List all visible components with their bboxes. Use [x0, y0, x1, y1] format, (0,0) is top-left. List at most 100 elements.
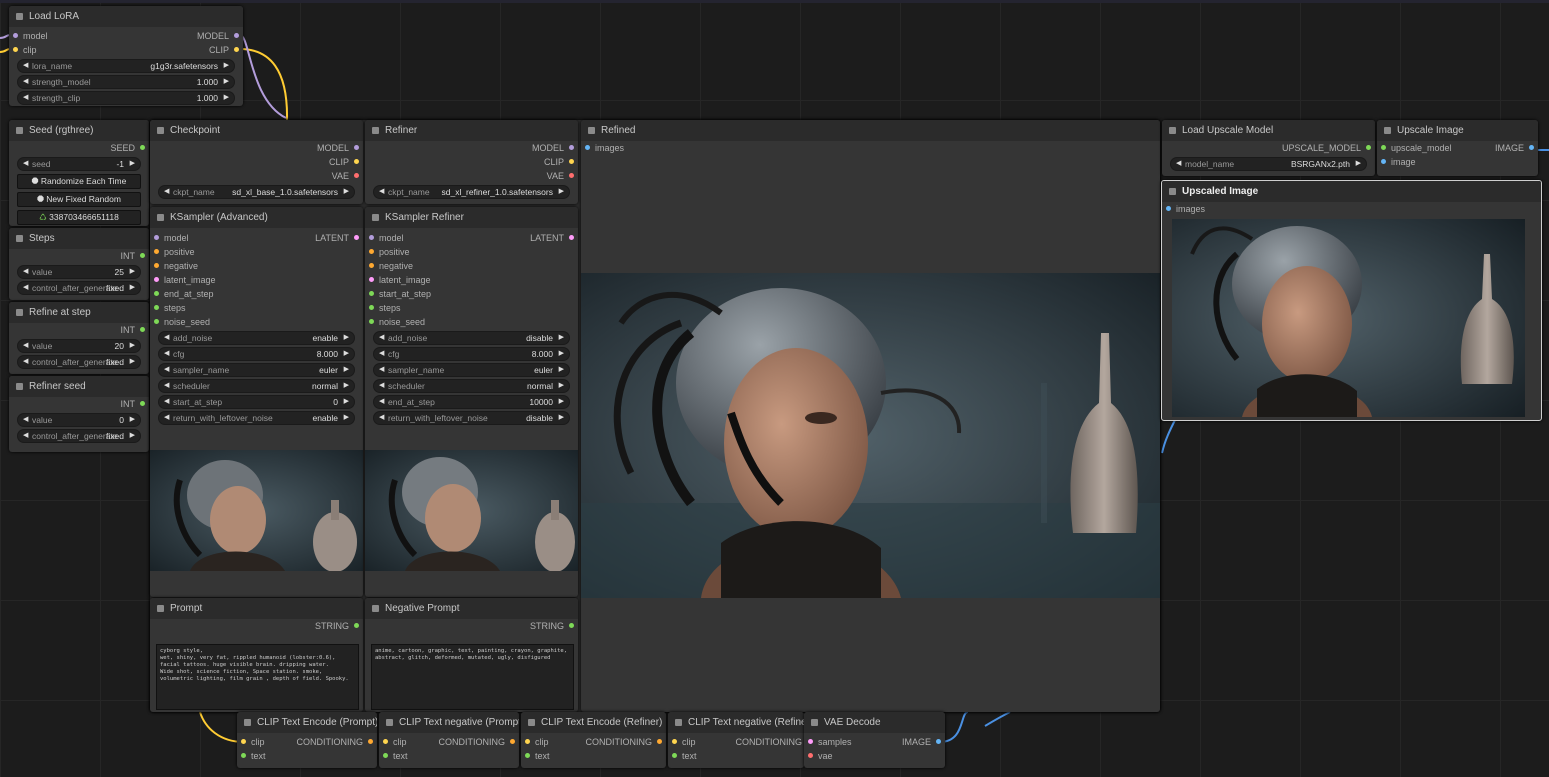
int-input-slot[interactable]	[154, 305, 159, 310]
collapse-icon[interactable]	[528, 719, 535, 726]
arrow-left-icon[interactable]: ◀	[379, 332, 384, 344]
vae-input-slot[interactable]	[808, 753, 813, 758]
ckpt-name-combo[interactable]: ◀ ckpt_name sd_xl_refiner_1.0.safetensors ▶	[373, 185, 570, 199]
collapse-icon[interactable]	[157, 127, 164, 134]
randomize-each-time-button[interactable]: ⯃ Randomize Each Time	[17, 174, 141, 189]
node-upscale-image[interactable]: Upscale Image upscale_model IMAGE image	[1377, 120, 1538, 176]
int-output-slot[interactable]	[140, 401, 145, 406]
sampler-name-combo[interactable]: ◀ sampler_name euler ▶	[158, 363, 355, 377]
arrow-left-icon[interactable]: ◀	[23, 414, 28, 426]
negative-input-slot[interactable]	[154, 263, 159, 268]
collapse-icon[interactable]	[157, 605, 164, 612]
arrow-left-icon[interactable]: ◀	[23, 266, 28, 278]
lora-name-combo[interactable]: ◀ lora_name g1g3r.safetensors ▶	[17, 59, 235, 73]
control-after-generate-combo[interactable]: ◀ control_after_generate fixed ▶	[17, 281, 141, 295]
return-with-leftover-noise-combo[interactable]: ◀ return_with_leftover_noise enable ▶	[158, 411, 355, 425]
arrow-right-icon[interactable]: ▶	[344, 412, 349, 424]
samples-input-slot[interactable]	[808, 739, 813, 744]
arrow-left-icon[interactable]: ◀	[23, 60, 28, 72]
add-noise-combo[interactable]: ◀ add_noise enable ▶	[158, 331, 355, 345]
latent-input-slot[interactable]	[369, 277, 374, 282]
arrow-left-icon[interactable]: ◀	[23, 430, 28, 442]
int-input-slot[interactable]	[369, 305, 374, 310]
use-last-seed-button[interactable]: ♺ 338703466651118	[17, 210, 141, 225]
model-input-slot[interactable]	[13, 33, 18, 38]
model-name-combo[interactable]: ◀ model_name BSRGANx2.pth ▶	[1170, 157, 1367, 171]
node-upscaled-image[interactable]: Upscaled Image images	[1161, 180, 1542, 421]
model-output-slot[interactable]	[569, 145, 574, 150]
new-fixed-random-button[interactable]: ⯃ New Fixed Random	[17, 192, 141, 207]
strength-clip-number[interactable]: ◀ strength_clip 1.000 ▶	[17, 91, 235, 105]
arrow-right-icon[interactable]: ▶	[344, 380, 349, 392]
node-clip-text-encode-refiner[interactable]: CLIP Text Encode (Refiner) clip CONDITION…	[521, 712, 666, 768]
arrow-left-icon[interactable]: ◀	[23, 340, 28, 352]
collapse-icon[interactable]	[372, 605, 379, 612]
string-output-slot[interactable]	[569, 623, 574, 628]
arrow-left-icon[interactable]: ◀	[379, 396, 384, 408]
node-load-lora[interactable]: Load LoRA model MODEL clip CLIP ◀ lora_name…	[9, 6, 243, 106]
prompt-textarea[interactable]: cyborg style, wet, shiny, very fat, ripp…	[156, 644, 359, 710]
latent-output-slot[interactable]	[569, 235, 574, 240]
collapse-icon[interactable]	[1169, 127, 1176, 134]
value-number[interactable]: ◀ value 25 ▶	[17, 265, 141, 279]
arrow-left-icon[interactable]: ◀	[164, 396, 169, 408]
conditioning-output-slot[interactable]	[368, 739, 373, 744]
arrow-right-icon[interactable]: ▶	[130, 266, 135, 278]
collapse-icon[interactable]	[16, 235, 23, 242]
start-at-step-number[interactable]: ◀ start_at_step 0 ▶	[158, 395, 355, 409]
collapse-icon[interactable]	[1169, 188, 1176, 195]
image-output-slot[interactable]	[936, 739, 941, 744]
collapse-icon[interactable]	[675, 719, 682, 726]
collapse-icon[interactable]	[16, 383, 23, 390]
positive-input-slot[interactable]	[154, 249, 159, 254]
node-seed[interactable]: Seed (rgthree) SEED ◀ seed -1 ▶ ⯃ Randomize…	[9, 120, 149, 226]
clip-input-slot[interactable]	[13, 47, 18, 52]
node-ksampler-refiner[interactable]: KSampler Refiner model LATENT positive ne…	[365, 207, 578, 597]
collapse-icon[interactable]	[16, 309, 23, 316]
arrow-left-icon[interactable]: ◀	[164, 380, 169, 392]
arrow-right-icon[interactable]: ▶	[130, 158, 135, 170]
arrow-left-icon[interactable]: ◀	[23, 158, 28, 170]
arrow-left-icon[interactable]: ◀	[164, 364, 169, 376]
vae-output-slot[interactable]	[569, 173, 574, 178]
latent-output-slot[interactable]	[354, 235, 359, 240]
collapse-icon[interactable]	[157, 214, 164, 221]
positive-input-slot[interactable]	[369, 249, 374, 254]
arrow-left-icon[interactable]: ◀	[379, 364, 384, 376]
text-input-slot[interactable]	[672, 753, 677, 758]
node-clip-text-negative-refiner[interactable]: CLIP Text negative (Refiner) clip CONDITI…	[668, 712, 804, 768]
end-at-step-number[interactable]: ◀ end_at_step 10000 ▶	[373, 395, 570, 409]
collapse-icon[interactable]	[588, 127, 595, 134]
value-number[interactable]: ◀ value 20 ▶	[17, 339, 141, 353]
upscale-model-input-slot[interactable]	[1381, 145, 1386, 150]
arrow-left-icon[interactable]: ◀	[1176, 158, 1181, 170]
control-after-generate-combo[interactable]: ◀ control_after_generate fixed ▶	[17, 429, 141, 443]
node-refined[interactable]: Refined images	[581, 120, 1160, 712]
node-vae-decode[interactable]: VAE Decode samples IMAGE vae	[804, 712, 945, 768]
string-output-slot[interactable]	[354, 623, 359, 628]
collapse-icon[interactable]	[16, 13, 23, 20]
clip-input-slot[interactable]	[525, 739, 530, 744]
collapse-icon[interactable]	[811, 719, 818, 726]
int-output-slot[interactable]	[140, 327, 145, 332]
strength-model-number[interactable]: ◀ strength_model 1.000 ▶	[17, 75, 235, 89]
collapse-icon[interactable]	[372, 127, 379, 134]
conditioning-output-slot[interactable]	[657, 739, 662, 744]
int-output-slot[interactable]	[140, 253, 145, 258]
clip-input-slot[interactable]	[241, 739, 246, 744]
collapse-icon[interactable]	[244, 719, 251, 726]
arrow-left-icon[interactable]: ◀	[164, 186, 169, 198]
scheduler-combo[interactable]: ◀ scheduler normal ▶	[158, 379, 355, 393]
arrow-left-icon[interactable]: ◀	[379, 412, 384, 424]
node-load-upscale-model[interactable]: Load Upscale Model UPSCALE_MODEL ◀ model_…	[1162, 120, 1375, 176]
arrow-right-icon[interactable]: ▶	[130, 414, 135, 426]
text-input-slot[interactable]	[383, 753, 388, 758]
arrow-left-icon[interactable]: ◀	[379, 348, 384, 360]
ckpt-name-combo[interactable]: ◀ ckpt_name sd_xl_base_1.0.safetensors ▶	[158, 185, 355, 199]
seed-output-slot[interactable]	[140, 145, 145, 150]
int-input-slot[interactable]	[154, 319, 159, 324]
negative-prompt-textarea[interactable]: anime, cartoon, graphic, text, painting,…	[371, 644, 574, 710]
images-input-slot[interactable]	[1166, 206, 1171, 211]
arrow-right-icon[interactable]: ▶	[559, 332, 564, 344]
arrow-right-icon[interactable]: ▶	[224, 76, 229, 88]
